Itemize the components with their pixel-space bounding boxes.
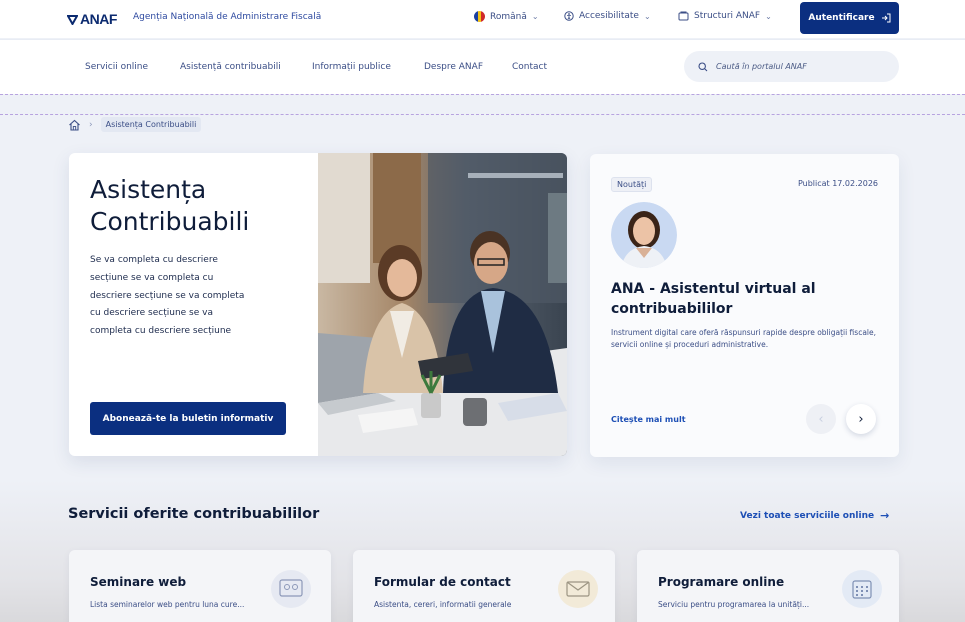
accessibility-label: Accesibilitate bbox=[579, 11, 639, 21]
accessibility-menu[interactable]: Accesibilitate ⌄ bbox=[564, 11, 651, 21]
previous-arrow-button[interactable]: ‹ bbox=[806, 404, 836, 434]
news-description: Instrument digital care oferă răspunsuri… bbox=[611, 328, 876, 349]
read-more-link[interactable]: Citește mai mult bbox=[611, 415, 686, 424]
view-all-services-link[interactable]: Vezi toate serviciile online → bbox=[740, 509, 889, 522]
service-card-contact-form[interactable]: Formular de contact Asistenta, cereri, i… bbox=[353, 550, 615, 622]
service-title: Formular de contact bbox=[374, 575, 511, 589]
language-selector[interactable]: Română ⌄ bbox=[474, 11, 539, 22]
login-button[interactable]: Autentificare bbox=[800, 2, 899, 34]
next-arrow-button[interactable]: › bbox=[846, 404, 876, 434]
news-tag: Noutăți bbox=[611, 177, 653, 192]
agency-name: Agenția Națională de Administrare Fiscal… bbox=[133, 12, 322, 22]
logo-text: ANAF bbox=[80, 11, 117, 27]
divider bbox=[0, 94, 965, 95]
top-bar: ANAF Agenția Națională de Administrare F… bbox=[0, 0, 965, 38]
breadcrumb-separator: › bbox=[89, 119, 93, 130]
nav-item-about[interactable]: Despre ANAF bbox=[424, 62, 483, 72]
service-title: Seminare web bbox=[90, 575, 187, 589]
service-card-webinars[interactable]: Seminare web Lista seminarelor web pentr… bbox=[69, 550, 331, 622]
chevron-down-icon: ⌄ bbox=[765, 11, 772, 21]
structures-icon bbox=[678, 11, 689, 21]
arrow-right-icon: → bbox=[880, 509, 890, 522]
login-icon bbox=[881, 13, 891, 23]
nav-item-taxpayer-assistance[interactable]: Asistență contribuabili bbox=[180, 62, 281, 72]
service-description: Lista seminarelor web pentru luna cure..… bbox=[90, 600, 245, 609]
home-icon[interactable] bbox=[68, 119, 81, 131]
service-description: Asistenta, cereri, informatii generale bbox=[374, 600, 512, 609]
service-description: Serviciu pentru programarea la unități..… bbox=[658, 600, 810, 609]
office-photo bbox=[318, 153, 567, 456]
assistant-avatar bbox=[611, 202, 677, 268]
divider bbox=[0, 114, 965, 115]
nav-item-public-info[interactable]: Informații publice bbox=[312, 62, 391, 72]
romania-flag-icon bbox=[474, 11, 485, 22]
structures-label: Structuri ANAF bbox=[694, 11, 761, 21]
envelope-icon bbox=[558, 570, 598, 608]
chevron-right-icon: › bbox=[858, 411, 864, 427]
news-card: Noutăți Publicat 17.02.2026 ANA - Asiste… bbox=[590, 154, 899, 457]
main-nav: Servicii online Asistență contribuabili … bbox=[0, 39, 965, 94]
service-card-online-booking[interactable]: Programare online Serviciu pentru progra… bbox=[637, 550, 899, 622]
anaf-logo[interactable]: ANAF bbox=[67, 11, 117, 27]
hero-description: Se va completa cu descriere secțiune se … bbox=[90, 255, 245, 337]
structures-menu[interactable]: Structuri ANAF ⌄ bbox=[678, 11, 772, 21]
news-title: ANA - Asistentul virtual al contribuabil… bbox=[611, 281, 816, 317]
page-title: Asistența Contribuabili bbox=[90, 175, 250, 236]
breadcrumb: › Asistența Contribuabili bbox=[68, 117, 202, 132]
search-input[interactable] bbox=[716, 62, 886, 71]
nav-item-contact[interactable]: Contact bbox=[512, 62, 547, 72]
chevron-left-icon: ‹ bbox=[818, 411, 824, 427]
search-box[interactable] bbox=[684, 51, 899, 82]
chevron-down-icon: ⌄ bbox=[531, 12, 539, 21]
accessibility-icon bbox=[564, 11, 574, 21]
nav-item-online-services[interactable]: Servicii online bbox=[85, 62, 148, 72]
service-title: Programare online bbox=[658, 575, 785, 589]
login-label: Autentificare bbox=[808, 13, 875, 23]
calendar-icon bbox=[842, 570, 882, 608]
subscribe-newsletter-button[interactable]: Abonează-te la buletin informativ bbox=[90, 402, 286, 435]
breadcrumb-current: Asistența Contribuabili bbox=[100, 117, 202, 132]
view-all-label: Vezi toate serviciile online bbox=[740, 510, 875, 521]
logo-icon bbox=[67, 15, 78, 25]
hero-card: Asistența Contribuabili Se va completa c… bbox=[69, 153, 567, 456]
chevron-down-icon: ⌄ bbox=[643, 11, 651, 21]
language-label: Română bbox=[490, 11, 527, 22]
publish-date: Publicat 17.02.2026 bbox=[797, 179, 878, 188]
webinar-icon bbox=[271, 570, 311, 608]
search-icon bbox=[698, 61, 708, 71]
services-heading: Servicii oferite contribuabililor bbox=[68, 506, 320, 522]
